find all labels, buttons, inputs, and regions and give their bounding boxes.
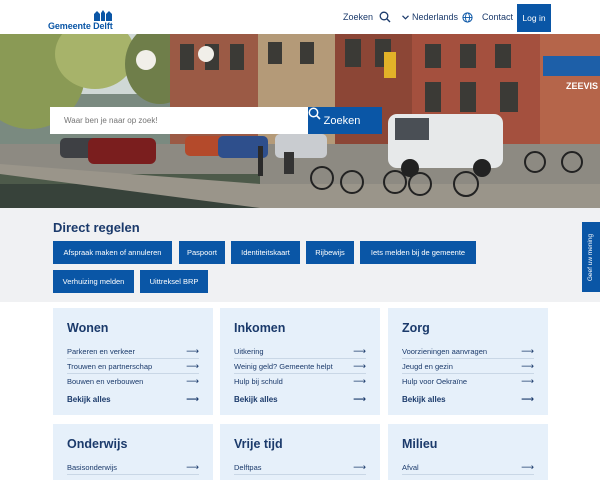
chip-rijbewijs[interactable]: Rijbewijs: [306, 241, 354, 264]
card-link[interactable]: Delftpas ⟶: [234, 460, 366, 475]
card-link-label: Parkeren en verkeer: [67, 346, 135, 356]
arrow-right-icon: ⟶: [353, 461, 366, 472]
shop-sign: ZEEVIS: [566, 81, 598, 91]
arrow-right-icon: ⟶: [353, 394, 366, 404]
card-more-label: Bekijk alles: [402, 395, 446, 404]
main-search-button-label: Zoeken: [323, 114, 361, 127]
card-link-label: Hulp bij schuld: [234, 377, 283, 386]
arrow-right-icon: ⟶: [521, 394, 534, 404]
card-link[interactable]: Jeugd en gezin ⟶: [402, 359, 534, 374]
chip-iets-melden[interactable]: Iets melden bij de gemeente: [360, 241, 476, 264]
gemeente-delft-logo[interactable]: Gemeente Delft: [48, 9, 114, 31]
header-search-link[interactable]: Zoeken: [343, 0, 391, 34]
card-link-label: Delftpas: [234, 462, 262, 472]
card-link[interactable]: Hulp bij schuld ⟶: [234, 374, 366, 389]
card-link-label: Uitkering: [234, 346, 264, 356]
contact-link[interactable]: Contact: [482, 0, 513, 34]
card-title: Inkomen: [234, 321, 286, 335]
feedback-label: Geef uw mening: [587, 233, 595, 281]
header-search-label: Zoeken: [343, 12, 374, 22]
card-link[interactable]: Hulp voor Oekraïne ⟶: [402, 374, 534, 389]
direct-regelen-section: Direct regelen Afspraak maken of annuler…: [0, 208, 600, 302]
card-link-label: Weinig geld? Gemeente helpt: [234, 361, 333, 371]
arrow-right-icon: ⟶: [521, 376, 534, 386]
main-search-button[interactable]: Zoeken: [308, 107, 382, 134]
card-title: Zorg: [402, 321, 430, 335]
card-more-link[interactable]: Bekijk alles ⟶: [402, 394, 534, 405]
arrow-right-icon: ⟶: [521, 461, 534, 472]
chip-uittreksel[interactable]: Uittreksel BRP: [140, 270, 208, 293]
card-milieu: Milieu Afval ⟶: [388, 424, 548, 480]
chip-paspoort[interactable]: Paspoort: [179, 241, 225, 264]
chip-verhuizing[interactable]: Verhuizing melden: [53, 270, 134, 293]
card-zorg: Zorg Voorzieningen aanvragen ⟶ Jeugd en g…: [388, 308, 548, 415]
chip-identiteitskaart[interactable]: Identiteitskaart: [231, 241, 300, 264]
arrow-right-icon: ⟶: [186, 461, 199, 472]
hero-banner: ZEEVIS Zoeken: [0, 34, 600, 208]
card-link[interactable]: Parkeren en verkeer ⟶: [67, 344, 199, 359]
card-link[interactable]: Voorzieningen aanvragen ⟶: [402, 344, 534, 359]
card-link[interactable]: Uitkering ⟶: [234, 344, 366, 359]
login-button[interactable]: Log in: [517, 4, 551, 32]
card-link-label: Basisonderwijs: [67, 462, 118, 472]
main-search-input[interactable]: [50, 107, 308, 134]
language-label: Nederlands: [412, 12, 459, 22]
feedback-tab[interactable]: Geef uw mening: [582, 222, 600, 292]
globe-icon: [462, 11, 473, 23]
card-more-link[interactable]: Bekijk alles ⟶: [234, 394, 366, 405]
card-title: Milieu: [402, 437, 438, 451]
card-link-label: Afval: [402, 462, 419, 472]
card-wonen: Wonen Parkeren en verkeer ⟶ Trouwen en pa…: [53, 308, 213, 415]
arrow-right-icon: ⟶: [186, 394, 199, 404]
card-inkomen: Inkomen Uitkering ⟶ Weinig geld? Gemeente…: [220, 308, 380, 415]
card-link[interactable]: Basisonderwijs ⟶: [67, 460, 199, 475]
arrow-right-icon: ⟶: [353, 360, 366, 371]
arrow-right-icon: ⟶: [186, 360, 199, 371]
arrow-right-icon: ⟶: [186, 345, 199, 356]
card-link-label: Jeugd en gezin: [402, 361, 453, 371]
arrow-right-icon: ⟶: [521, 345, 534, 356]
card-link[interactable]: Weinig geld? Gemeente helpt ⟶: [234, 359, 366, 374]
card-more-link[interactable]: Bekijk alles ⟶: [67, 394, 199, 405]
card-title: Vrije tijd: [234, 437, 283, 451]
chevron-down-icon: [402, 14, 409, 20]
card-title: Onderwijs: [67, 437, 128, 451]
search-icon: [308, 107, 321, 120]
card-link-label: Bouwen en verbouwen: [67, 377, 144, 386]
card-link[interactable]: Bouwen en verbouwen ⟶: [67, 374, 199, 389]
direct-regelen-title: Direct regelen: [53, 220, 140, 235]
card-onderwijs: Onderwijs Basisonderwijs ⟶: [53, 424, 213, 480]
search-icon: [379, 11, 391, 23]
site-header: Gemeente Delft Zoeken Nederlands Contact…: [0, 0, 600, 34]
card-link-label: Trouwen en partnerschap: [67, 361, 153, 371]
logo-text: Gemeente Delft: [48, 21, 113, 31]
card-vrije-tijd: Vrije tijd Delftpas ⟶: [220, 424, 380, 480]
card-link-label: Hulp voor Oekraïne: [402, 377, 468, 386]
arrow-right-icon: ⟶: [353, 345, 366, 356]
card-link[interactable]: Afval ⟶: [402, 460, 534, 475]
card-more-label: Bekijk alles: [67, 395, 111, 404]
arrow-right-icon: ⟶: [521, 360, 534, 371]
card-title: Wonen: [67, 321, 109, 335]
arrow-right-icon: ⟶: [186, 376, 199, 386]
card-link[interactable]: Trouwen en partnerschap ⟶: [67, 359, 199, 374]
card-link-label: Voorzieningen aanvragen: [402, 346, 488, 356]
arrow-right-icon: ⟶: [353, 376, 366, 386]
language-selector[interactable]: Nederlands: [402, 0, 473, 34]
card-more-label: Bekijk alles: [234, 395, 278, 404]
chip-afspraak[interactable]: Afspraak maken of annuleren: [53, 241, 172, 264]
